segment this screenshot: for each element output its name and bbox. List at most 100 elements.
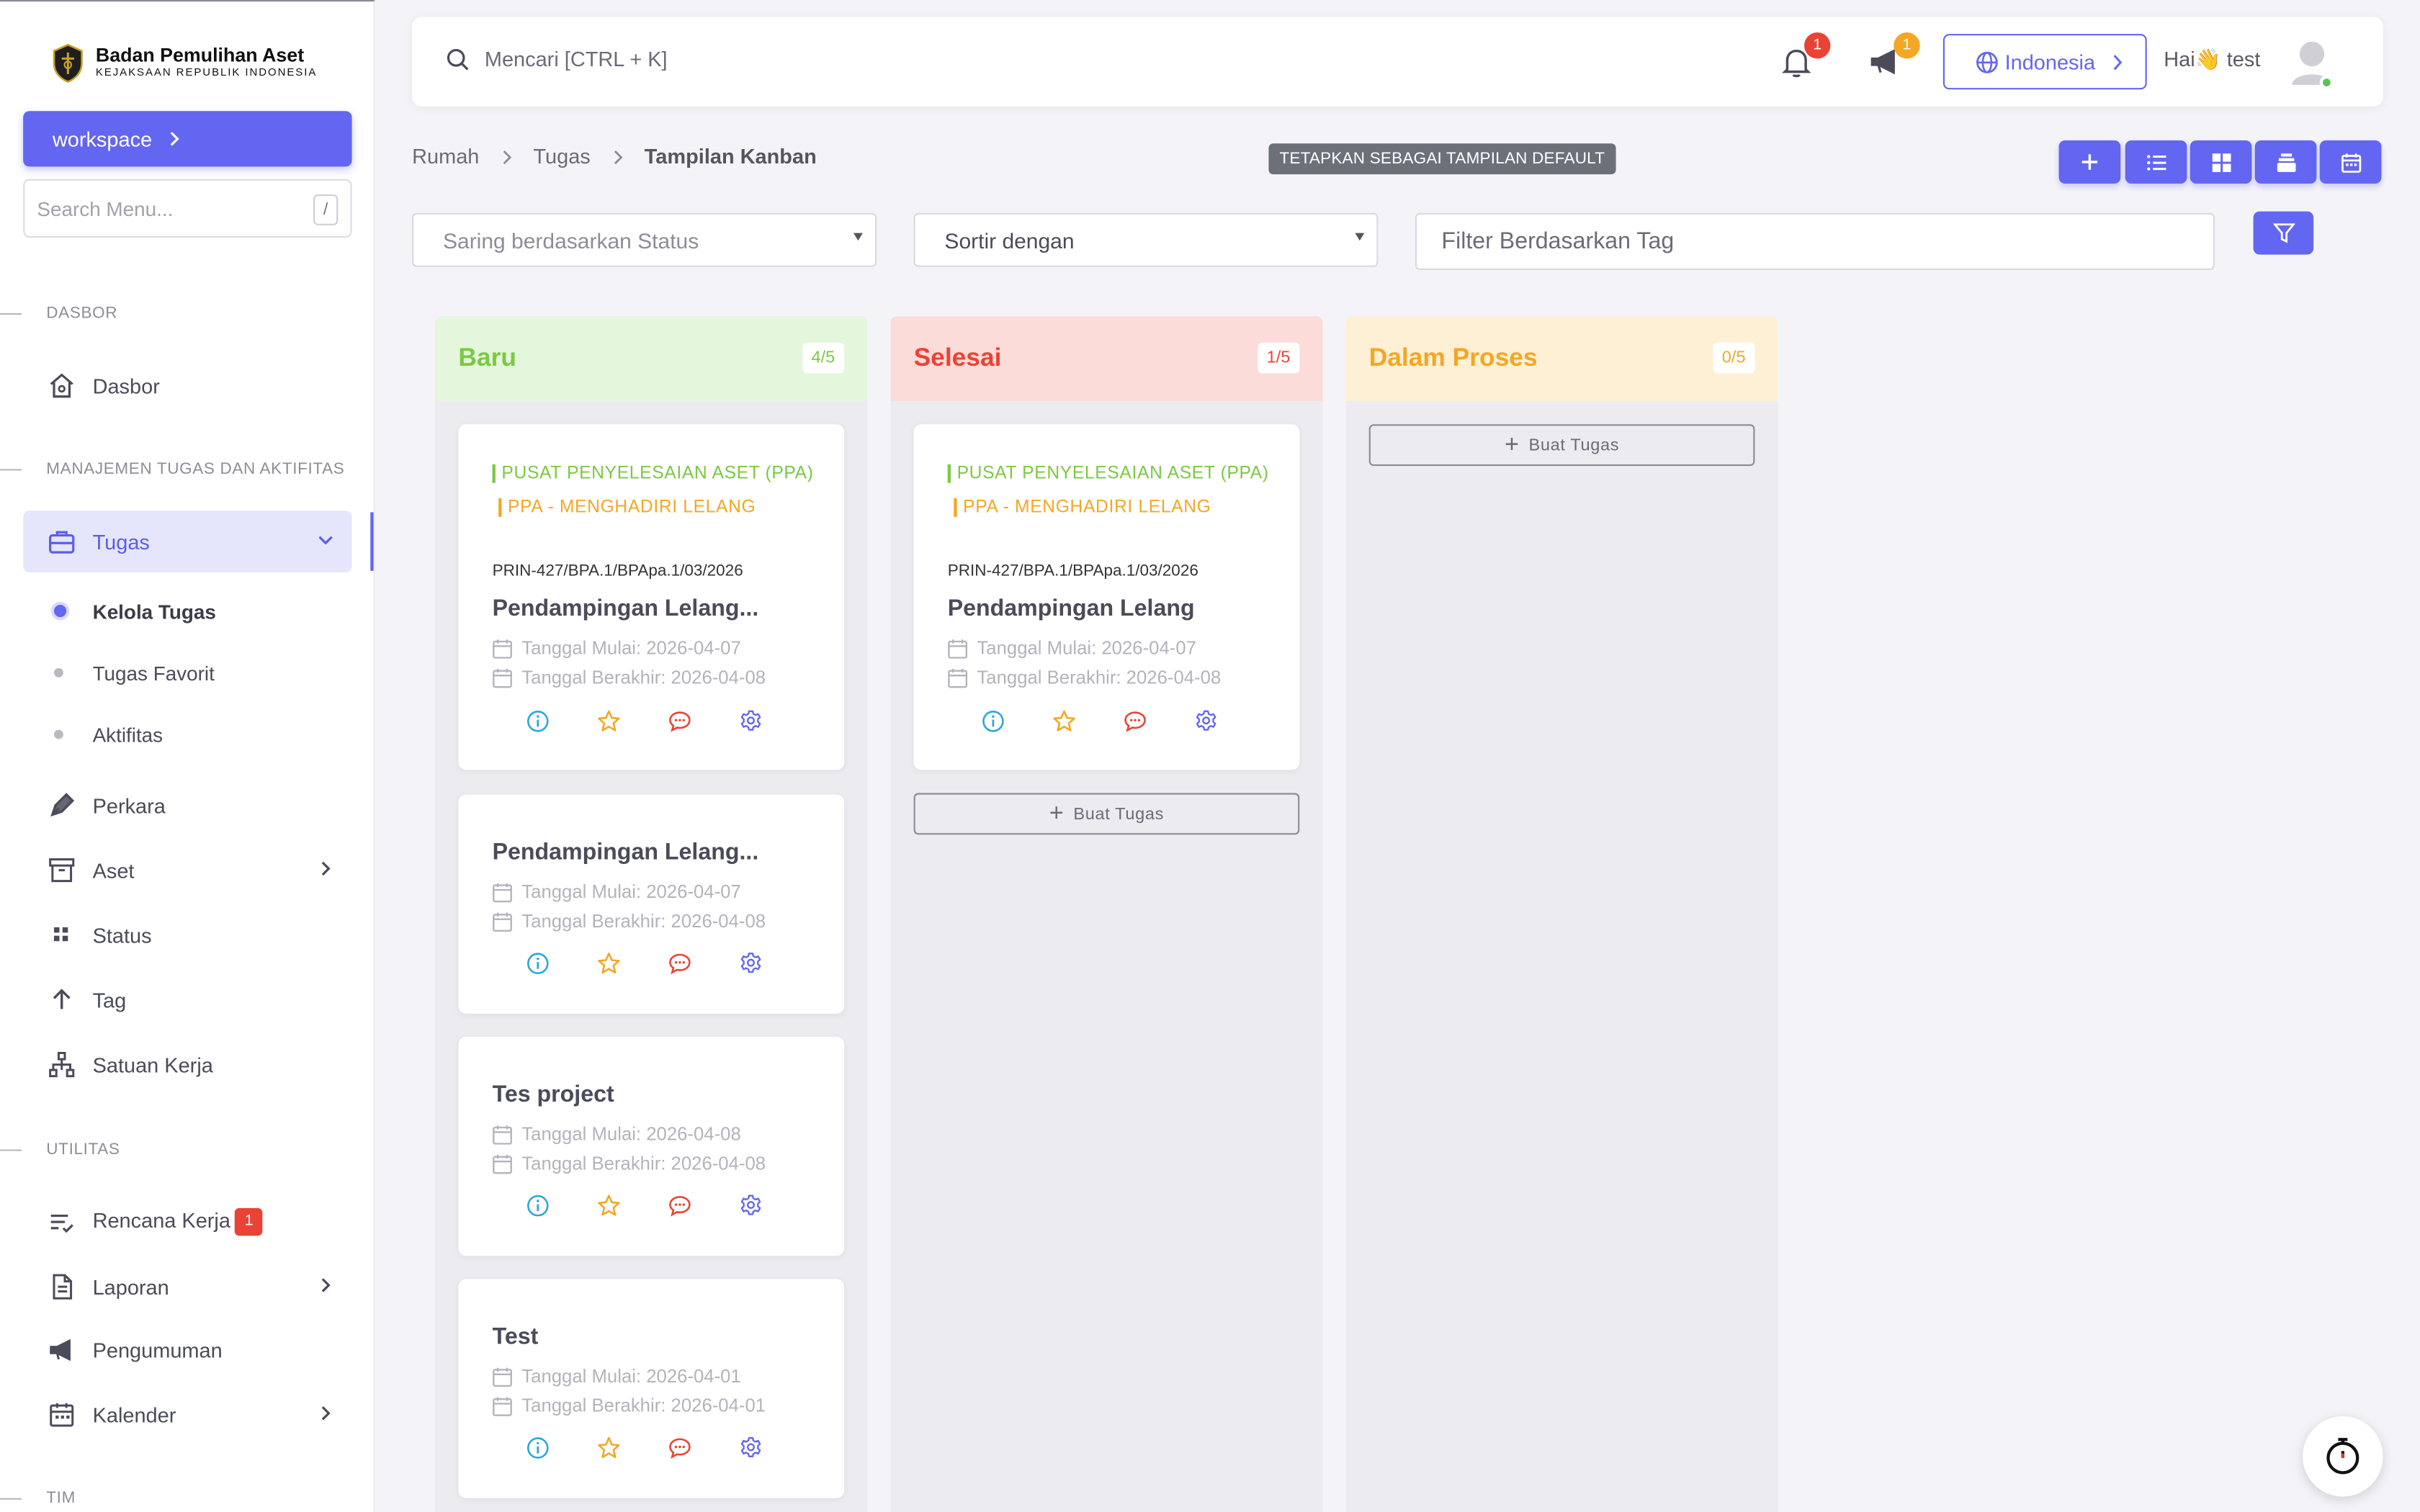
- task-tag[interactable]: PPA - MENGHADIRI LELANG: [954, 498, 1211, 516]
- task-title[interactable]: Pendampingan Lelang...: [493, 595, 759, 621]
- star-icon: [598, 710, 620, 732]
- stacked-view-button[interactable]: [2254, 140, 2317, 184]
- sidebar-item-tag[interactable]: Tag: [23, 969, 351, 1031]
- task-favorite-button[interactable]: [1052, 710, 1124, 733]
- calendar-view-button[interactable]: [2319, 140, 2382, 184]
- sidebar-subitem-kelola-tugas[interactable]: Kelola Tugas: [23, 588, 351, 634]
- bullet-icon: [54, 729, 63, 739]
- task-favorite-button[interactable]: [597, 710, 668, 733]
- task-tag[interactable]: PPA - MENGHADIRI LELANG: [498, 498, 756, 516]
- comment-icon: [669, 1438, 691, 1459]
- task-favorite-button[interactable]: [597, 952, 668, 975]
- task-settings-button[interactable]: [1195, 710, 1266, 733]
- task-comment-button[interactable]: [668, 1194, 740, 1218]
- task-info-button[interactable]: [526, 952, 598, 975]
- sidebar-subitem-aktifitas[interactable]: Aktifitas: [23, 711, 351, 757]
- task-settings-button[interactable]: [739, 1194, 810, 1218]
- language-selector[interactable]: Indonesia: [1942, 34, 2147, 90]
- task-favorite-button[interactable]: [597, 1194, 668, 1218]
- sidebar-item-aset[interactable]: Aset: [23, 840, 351, 901]
- sidebar-item-pengumuman[interactable]: Pengumuman: [23, 1319, 351, 1381]
- status-filter-select[interactable]: Saring berdasarkan Status: [412, 212, 877, 267]
- sidebar-item-dasbor[interactable]: Dasbor: [23, 355, 351, 417]
- calendar-icon: [2340, 153, 2361, 172]
- notifications-button[interactable]: 1: [1778, 32, 1831, 80]
- sidebar-item-perkara[interactable]: Perkara: [23, 775, 351, 837]
- kanban-view-button[interactable]: [2190, 140, 2252, 184]
- plus-icon: +: [1504, 431, 1520, 458]
- arrow-up-icon: [53, 989, 71, 1009]
- sidebar-item-rencana-kerja[interactable]: Rencana Kerja 1: [23, 1191, 351, 1253]
- gear-icon: [740, 1194, 761, 1215]
- task-settings-button[interactable]: [739, 952, 810, 975]
- task-favorite-button[interactable]: [597, 1436, 668, 1459]
- info-icon: [982, 710, 1004, 732]
- gear-icon: [740, 1436, 761, 1458]
- task-card[interactable]: PUSAT PENYELESAIAN ASET (PPA) PPA - MENG…: [913, 424, 1300, 770]
- task-info-button[interactable]: [526, 1194, 598, 1218]
- announcement-count-badge: 1: [1894, 32, 1920, 59]
- sidebar-item-label: Perkara: [92, 793, 166, 817]
- task-tag[interactable]: PUSAT PENYELESAIAN ASET (PPA): [492, 464, 814, 483]
- task-info-button[interactable]: [526, 1436, 598, 1459]
- info-icon: [526, 953, 549, 974]
- chevron-down-icon: [318, 536, 333, 545]
- list-view-button[interactable]: [2125, 140, 2187, 184]
- kanban-column-baru: Baru 4/5 PUSAT PENYELESAIAN ASET (PPA) P…: [435, 316, 868, 1512]
- apply-filter-button[interactable]: [2253, 211, 2314, 255]
- task-title[interactable]: Test: [493, 1324, 539, 1350]
- calendar-icon: [493, 1125, 512, 1144]
- tag-filter-input[interactable]: Filter Berdasarkan Tag: [1415, 212, 2215, 270]
- brand-logo[interactable]: Badan Pemulihan Aset KEJAKSAAN REPUBLIK …: [51, 43, 318, 84]
- timer-button[interactable]: [2303, 1416, 2383, 1497]
- global-search-placeholder: Mencari [CTRL + K]: [484, 48, 668, 71]
- breadcrumb-home[interactable]: Rumah: [412, 145, 479, 168]
- task-start-date-label: Tanggal Mulai: 2026-04-01: [521, 1365, 741, 1387]
- announcements-button[interactable]: 1: [1868, 32, 1920, 80]
- column-header: Selesai 1/5: [890, 316, 1323, 402]
- global-search-input[interactable]: Mencari [CTRL + K]: [446, 48, 668, 71]
- task-card[interactable]: Test Tanggal Mulai: 2026-04-01 Tanggal B…: [458, 1279, 845, 1498]
- workspace-button[interactable]: workspace: [23, 111, 352, 167]
- add-task-button[interactable]: [2058, 140, 2121, 184]
- task-title[interactable]: Pendampingan Lelang...: [493, 840, 759, 865]
- star-icon: [1053, 710, 1075, 732]
- task-settings-button[interactable]: [739, 710, 810, 733]
- sidebar-item-kalender[interactable]: Kalender: [23, 1384, 351, 1446]
- sidebar-subitem-tugas-favorit[interactable]: Tugas Favorit: [23, 649, 351, 696]
- search-shortcut-key: /: [313, 194, 339, 225]
- globe-icon: [1976, 50, 1998, 73]
- star-icon: [598, 1194, 620, 1216]
- task-info-button[interactable]: [982, 710, 1053, 733]
- create-task-button[interactable]: + Buat Tugas: [1368, 424, 1755, 467]
- breadcrumb-tasks[interactable]: Tugas: [533, 145, 590, 168]
- archive-icon: [49, 858, 75, 883]
- create-task-button[interactable]: + Buat Tugas: [913, 793, 1300, 835]
- megaphone-icon: [50, 1338, 71, 1362]
- task-card[interactable]: Tes project Tanggal Mulai: 2026-04-08 Ta…: [458, 1037, 845, 1256]
- sidebar-item-laporan[interactable]: Laporan: [23, 1256, 351, 1318]
- sidebar-item-tugas[interactable]: Tugas: [23, 510, 352, 572]
- sidebar-item-status[interactable]: Status: [23, 904, 351, 966]
- task-actions: [526, 1436, 810, 1459]
- task-settings-button[interactable]: [739, 1436, 810, 1459]
- task-title[interactable]: Pendampingan Lelang: [948, 595, 1195, 621]
- task-end-date-label: Tanggal Berakhir: 2026-04-08: [521, 666, 766, 688]
- comment-icon: [669, 953, 691, 975]
- task-comment-button[interactable]: [668, 710, 740, 733]
- task-comment-button[interactable]: [668, 1436, 740, 1459]
- task-tag[interactable]: PUSAT PENYELESAIAN ASET (PPA): [947, 464, 1269, 483]
- task-comment-button[interactable]: [668, 952, 740, 975]
- sort-select[interactable]: Sortir dengan: [913, 212, 1379, 267]
- sidebar-item-satuan-kerja[interactable]: Satuan Kerja: [23, 1034, 351, 1096]
- task-title[interactable]: Tes project: [493, 1081, 614, 1107]
- task-card[interactable]: PUSAT PENYELESAIAN ASET (PPA) PPA - MENG…: [458, 424, 845, 770]
- sidebar-item-label: Status: [92, 923, 152, 947]
- task-comment-button[interactable]: [1124, 710, 1195, 733]
- task-card[interactable]: Pendampingan Lelang... Tanggal Mulai: 20…: [458, 794, 845, 1014]
- task-info-button[interactable]: [526, 710, 598, 733]
- chevron-right-icon: [321, 861, 331, 876]
- plus-icon: +: [1049, 800, 1065, 827]
- comment-icon: [669, 711, 691, 732]
- menu-search-input[interactable]: Search Menu... /: [23, 179, 352, 238]
